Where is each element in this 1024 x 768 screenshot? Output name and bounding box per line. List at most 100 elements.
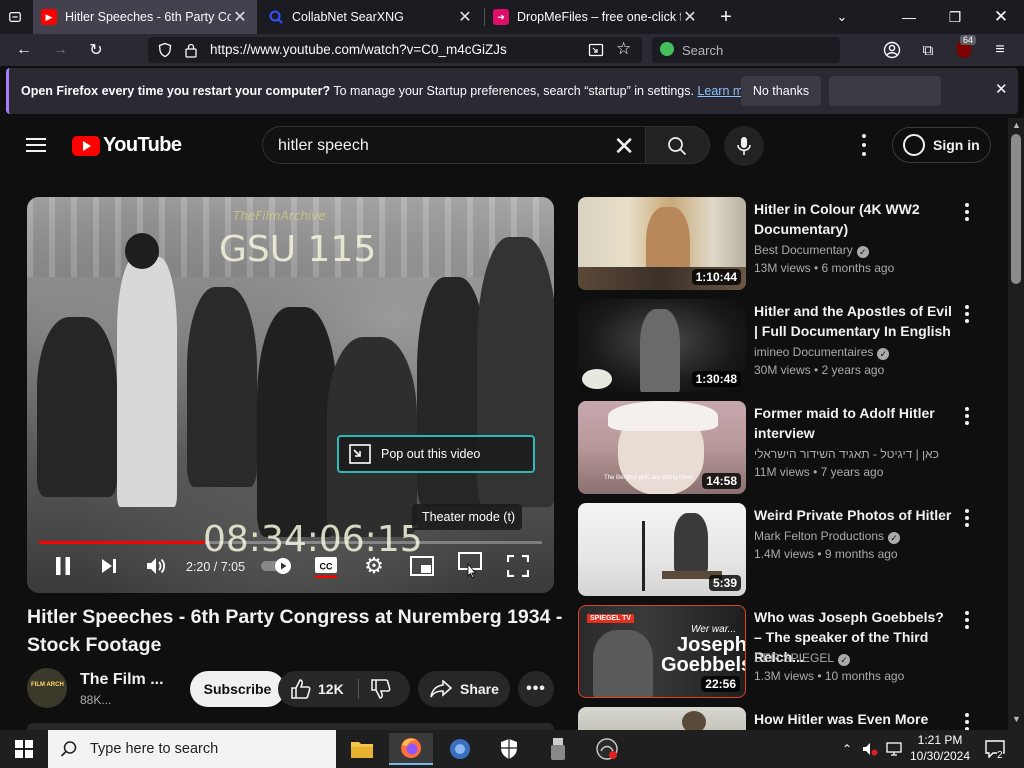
scroll-down-icon[interactable]: ▼ — [1012, 714, 1021, 724]
recommendation-menu-icon[interactable] — [964, 713, 970, 730]
lock-icon[interactable] — [184, 42, 198, 58]
taskbar-security[interactable] — [487, 733, 531, 765]
picture-in-picture-icon[interactable] — [588, 42, 604, 58]
share-button[interactable]: Share — [418, 671, 510, 707]
video-player[interactable]: TheFilmArchive GSU 115 08:34:06:15 Pop o… — [27, 197, 554, 593]
recommendation-channel[interactable]: Mark Felton Productions ✓ — [754, 529, 901, 544]
channel-name[interactable]: The Film ... — [80, 671, 164, 689]
sign-in-button[interactable]: Sign in — [892, 127, 991, 163]
voice-search-button[interactable] — [724, 126, 764, 166]
recommendation-menu-icon[interactable] — [964, 203, 970, 221]
recommendation-menu-icon[interactable] — [964, 509, 970, 527]
pause-button[interactable] — [51, 553, 75, 579]
recommendation-item[interactable]: 1:30:48 Hitler and the Apostles of Evil … — [578, 299, 988, 392]
youtube-logo[interactable]: YouTube — [72, 134, 182, 157]
subtitles-button[interactable]: CC — [313, 553, 339, 579]
next-video-button[interactable] — [97, 553, 121, 579]
action-center-button[interactable]: 2 — [980, 730, 1010, 768]
recommendation-title[interactable]: Hitler and the Apostles of Evil | Full D… — [754, 301, 952, 341]
minimize-button[interactable]: — — [886, 0, 932, 34]
taskbar-file-explorer[interactable] — [340, 733, 384, 765]
recommendation-title[interactable]: Former maid to Adolf Hitler interview — [754, 403, 952, 443]
reload-button[interactable]: ↻ — [82, 38, 110, 62]
subscribe-button[interactable]: Subscribe — [190, 671, 285, 707]
recommendation-channel[interactable]: Best Documentary ✓ — [754, 243, 869, 258]
recommendation-item[interactable]: 5:39 Weird Private Photos of Hitler Mark… — [578, 503, 988, 596]
recommendation-title[interactable]: How Hitler was Even More Evil — [754, 709, 952, 730]
taskbar-firefox[interactable] — [389, 733, 433, 765]
recommendation-menu-icon[interactable] — [964, 407, 970, 425]
recommendation-item[interactable]: The Berghof girls are sitting there 14:5… — [578, 401, 988, 494]
tab-list-button[interactable] — [0, 0, 30, 34]
recommendation-thumbnail[interactable]: SPIEGEL TV Wer war... Joseph Goebbels 22… — [578, 605, 746, 698]
taskbar-app[interactable] — [585, 733, 629, 765]
no-thanks-button[interactable]: No thanks — [741, 76, 821, 106]
close-tab-icon[interactable]: ✕ — [231, 7, 249, 27]
ublock-button[interactable]: 64 — [950, 35, 978, 62]
recommendation-channel[interactable]: imineo Documentaires ✓ — [754, 345, 890, 360]
back-button[interactable]: ← — [10, 38, 38, 62]
taskbar-chrome[interactable] — [438, 733, 482, 765]
guide-menu-icon[interactable] — [26, 138, 46, 152]
channel-avatar[interactable]: FILM ARCH — [27, 668, 67, 708]
network-tray-button[interactable] — [884, 730, 904, 768]
recommendation-item[interactable]: SPIEGEL TV Wer war... Joseph Goebbels 22… — [578, 605, 988, 698]
clear-search-icon[interactable]: ✕ — [613, 131, 635, 162]
taskbar-search-box[interactable]: Type here to search — [48, 730, 336, 768]
start-button[interactable] — [0, 730, 48, 768]
like-button[interactable] — [290, 678, 312, 703]
miniplayer-button[interactable] — [409, 553, 435, 579]
taskbar-usb-app[interactable] — [536, 733, 580, 765]
close-notification-icon[interactable]: ✕ — [995, 80, 1008, 98]
bookmark-star-icon[interactable]: ☆ — [616, 39, 631, 59]
recommendation-thumbnail[interactable]: 1:10:44 — [578, 197, 746, 290]
recommendation-thumbnail[interactable] — [578, 707, 746, 730]
recommendation-channel[interactable]: DER SPIEGEL ✓ — [754, 651, 851, 666]
tab-dropmefiles[interactable]: ➜ DropMeFiles – free one-click file ✕ — [485, 0, 707, 34]
dislike-button[interactable] — [370, 678, 392, 703]
recommendation-thumbnail[interactable]: 1:30:48 — [578, 299, 746, 392]
recommendation-title[interactable]: Weird Private Photos of Hitler — [754, 505, 952, 525]
page-scrollbar[interactable]: ▲ ▼ — [1008, 118, 1024, 730]
scrollbar-thumb[interactable] — [1011, 134, 1021, 284]
close-tab-icon[interactable]: ✕ — [456, 7, 474, 27]
list-all-tabs-button[interactable]: ⌄ — [828, 0, 856, 34]
taskbar-clock[interactable]: 1:21 PM 10/30/2024 — [906, 732, 974, 764]
show-hidden-icons-button[interactable]: ⌃ — [838, 730, 856, 768]
youtube-search-button[interactable] — [646, 126, 710, 164]
recommendation-item[interactable]: How Hitler was Even More Evil — [578, 707, 988, 730]
theater-mode-button[interactable] — [457, 552, 483, 579]
autoplay-toggle[interactable] — [259, 553, 295, 579]
progress-bar[interactable] — [39, 541, 542, 544]
recommendation-menu-icon[interactable] — [964, 305, 970, 323]
more-actions-button[interactable]: ••• — [518, 671, 554, 707]
menu-button[interactable]: ≡ — [986, 38, 1014, 62]
account-button[interactable] — [878, 38, 906, 62]
tab-searxng[interactable]: CollabNet SearXNG ✕ — [260, 0, 482, 34]
close-tab-icon[interactable]: ✕ — [681, 7, 699, 27]
scroll-up-icon[interactable]: ▲ — [1012, 120, 1021, 130]
new-tab-button[interactable]: + — [712, 0, 740, 34]
restore-button[interactable]: ❐ — [932, 0, 978, 34]
close-window-button[interactable]: ✕ — [978, 0, 1024, 34]
recommendation-thumbnail[interactable]: 5:39 — [578, 503, 746, 596]
address-bar[interactable]: https://www.youtube.com/watch?v=C0_m4cGi… — [148, 37, 642, 63]
settings-kebab-icon[interactable] — [856, 134, 872, 156]
recommendation-channel[interactable]: כאן | דיגיטל - תאגיד השידור הישראלי — [754, 447, 939, 461]
recommendation-thumbnail[interactable]: The Berghof girls are sitting there 14:5… — [578, 401, 746, 494]
web-search-field[interactable]: Search — [652, 37, 840, 63]
settings-button[interactable]: ⚙ — [362, 553, 386, 579]
recommendation-title[interactable]: Hitler in Colour (4K WW2 Documentary) — [754, 199, 952, 239]
recommendation-item[interactable]: 1:10:44 Hitler in Colour (4K WW2 Documen… — [578, 197, 988, 290]
fullscreen-button[interactable] — [505, 553, 531, 579]
extensions-button[interactable]: ⧉ — [914, 38, 942, 62]
shield-icon[interactable] — [157, 42, 173, 58]
recommendation-menu-icon[interactable] — [964, 611, 970, 629]
youtube-search-input[interactable]: hitler speech ✕ — [262, 126, 646, 164]
volume-tray-button[interactable] — [860, 730, 880, 768]
mute-button[interactable] — [144, 553, 168, 579]
tab-youtube[interactable]: ▶ Hitler Speeches - 6th Party Cong ✕ — [33, 0, 257, 34]
description-box[interactable] — [27, 723, 554, 730]
notification-action-button[interactable] — [829, 76, 941, 106]
forward-button[interactable]: → — [46, 38, 74, 62]
